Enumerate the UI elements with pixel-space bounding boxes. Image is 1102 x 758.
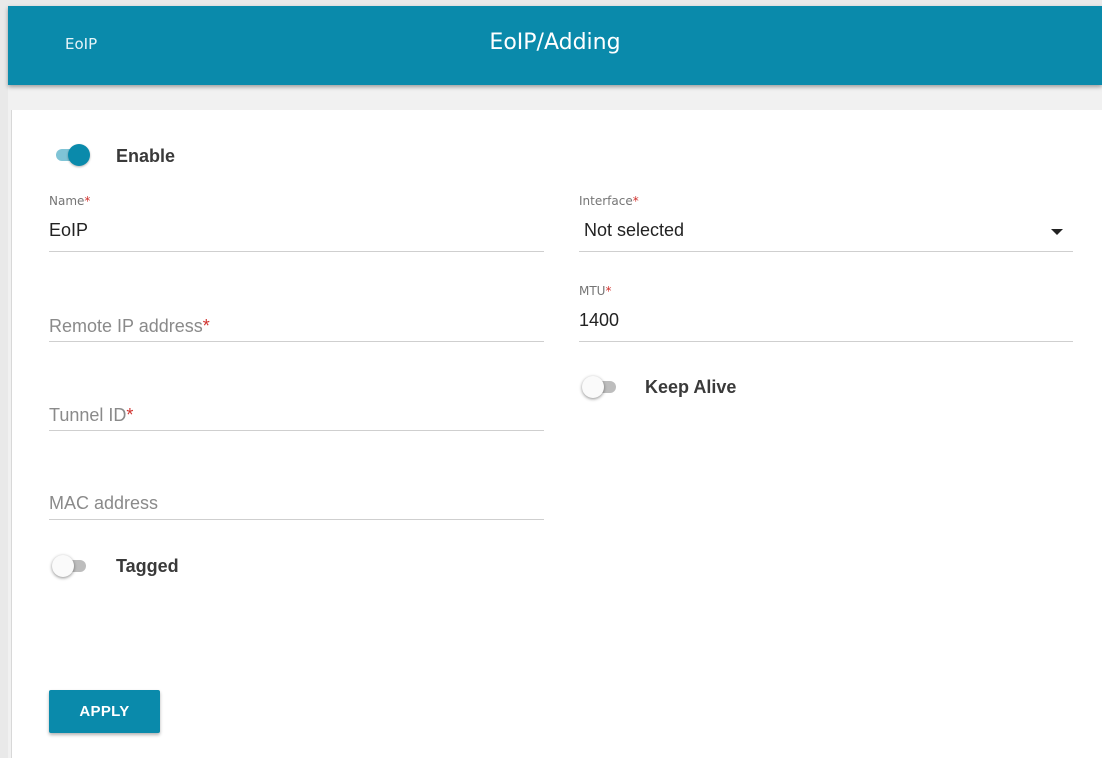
tunnel-id-field[interactable]: Tunnel ID* — [49, 380, 544, 431]
required-mark: * — [126, 405, 134, 425]
tunnel-id-placeholder-wrap: Tunnel ID* — [49, 405, 133, 426]
name-field[interactable]: Name* EoIP — [49, 194, 544, 252]
page-header: EoIP EoIP/Adding — [8, 6, 1102, 85]
remote-ip-placeholder-wrap: Remote IP address* — [49, 316, 210, 337]
name-input[interactable]: EoIP — [49, 220, 88, 241]
mac-address-placeholder: MAC address — [49, 493, 159, 513]
required-mark: * — [605, 284, 612, 298]
page-title: EoIP/Adding — [489, 30, 621, 55]
interface-label-wrap: Interface* — [579, 194, 639, 208]
form-card: Enable Name* EoIP Interface* Not selecte… — [11, 110, 1102, 758]
keep-alive-label: Keep Alive — [645, 377, 737, 397]
page-frame: EoIP EoIP/Adding Enable Name* EoIP Inter… — [8, 6, 1102, 758]
remote-ip-placeholder: Remote IP address — [49, 316, 203, 336]
tagged-label: Tagged — [116, 556, 179, 576]
tunnel-id-placeholder: Tunnel ID — [49, 405, 127, 425]
required-mark: * — [202, 316, 210, 336]
enable-toggle[interactable] — [54, 142, 90, 166]
required-mark: * — [632, 194, 639, 208]
toggle-knob — [68, 144, 90, 166]
enable-label: Enable — [116, 146, 176, 166]
mtu-field[interactable]: MTU* 1400 — [579, 284, 1073, 342]
name-label-wrap: Name* — [49, 194, 90, 208]
mtu-label-wrap: MTU* — [579, 284, 611, 298]
interface-selected-value: Not selected — [584, 220, 685, 240]
interface-select[interactable]: Interface* Not selected — [579, 194, 1073, 252]
mac-address-field[interactable]: MAC address — [49, 470, 544, 520]
keep-alive-toggle[interactable] — [582, 374, 618, 398]
apply-button[interactable]: APPLY — [49, 690, 160, 733]
chevron-down-icon — [1051, 229, 1063, 235]
toggle-knob — [582, 376, 604, 398]
name-label: Name — [49, 194, 85, 208]
tagged-toggle[interactable] — [52, 553, 88, 577]
toggle-knob — [52, 555, 74, 577]
mtu-input[interactable]: 1400 — [579, 310, 619, 331]
remote-ip-field[interactable]: Remote IP address* — [49, 290, 544, 342]
mtu-label: MTU — [579, 284, 606, 298]
required-mark: * — [84, 194, 91, 208]
interface-label: Interface — [579, 194, 633, 208]
